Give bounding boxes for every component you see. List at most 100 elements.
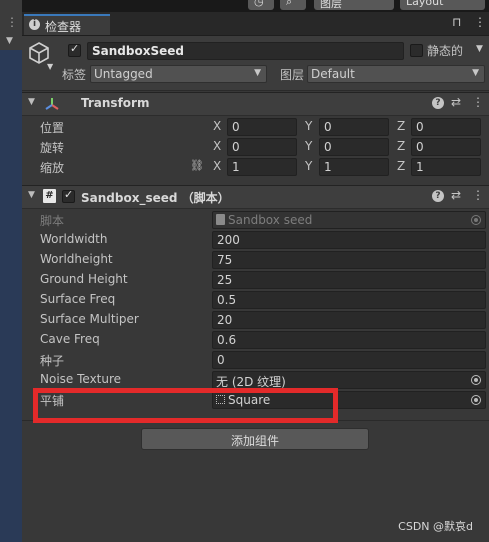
axis-z-label[interactable]: Z — [397, 159, 405, 173]
script-value: Sandbox seed — [228, 213, 313, 227]
field-value: 0.6 — [217, 333, 237, 347]
static-dropdown-arrow[interactable]: ▼ — [476, 44, 483, 54]
tag-label: 标签 — [62, 68, 87, 82]
field-label-cave-freq: Cave Freq — [40, 332, 100, 346]
lock-icon[interactable]: ⊓ — [452, 15, 461, 29]
script-icon-glyph: # — [45, 190, 54, 201]
static-checkbox[interactable] — [410, 44, 423, 57]
transform-header[interactable]: ▼ Transform ? ⇄ ⋮ — [22, 92, 489, 116]
axis-z-label[interactable]: Z — [397, 119, 405, 133]
link-scale-icon[interactable]: ⛓ — [190, 159, 204, 172]
worldheight-field[interactable]: 75 — [212, 251, 486, 269]
dropdown-arrow-icon[interactable]: ▼ — [6, 36, 13, 46]
script-component-header[interactable]: ▼ # Sandbox_seed （脚本） ? ⇄ ⋮ — [22, 185, 489, 209]
component-header-icons: ? ⇄ ⋮ — [432, 95, 484, 112]
watermark-text: CSDN @默哀d — [398, 520, 473, 533]
field-value: 0 — [232, 120, 240, 134]
rotation-z-field[interactable]: 0 — [411, 138, 481, 156]
add-component-label: 添加组件 — [230, 434, 279, 448]
position-y-field[interactable]: 0 — [319, 118, 389, 136]
ground-height-field[interactable]: 25 — [212, 271, 486, 289]
tag-dropdown[interactable]: Untagged ▼ — [90, 65, 267, 83]
preset-icon[interactable]: ⇄ — [451, 188, 461, 202]
layer-dropdown[interactable]: Default ▼ — [307, 65, 485, 83]
scale-z-field[interactable]: 1 — [411, 158, 481, 176]
search-button[interactable]: ⌕ — [280, 0, 306, 10]
script-label: 脚本 — [40, 214, 65, 228]
axis-y-label[interactable]: Y — [305, 119, 312, 133]
add-component-button[interactable]: 添加组件 — [141, 428, 369, 450]
collapse-triangle-icon[interactable]: ▼ — [28, 190, 35, 200]
position-x-field[interactable]: 0 — [227, 118, 297, 136]
axis-x-label[interactable]: X — [213, 159, 221, 173]
field-value: 75 — [217, 253, 233, 267]
kebab-menu-icon[interactable]: ⋮ — [472, 188, 484, 202]
scale-x-field[interactable]: 1 — [227, 158, 297, 176]
axis-x-label[interactable]: X — [213, 119, 221, 133]
active-checkbox[interactable] — [68, 42, 81, 57]
object-picker-icon[interactable] — [471, 375, 481, 385]
highlight-annotation-box — [33, 388, 338, 423]
info-icon: i — [29, 19, 40, 30]
surface-freq-field[interactable]: 0.5 — [212, 291, 486, 309]
icon-dropdown-arrow[interactable]: ▼ — [47, 62, 53, 71]
field-label-worldheight: Worldheight — [40, 252, 113, 266]
cave-freq-field[interactable]: 0.6 — [212, 331, 486, 349]
layers-dropdown[interactable]: 图层 — [314, 0, 394, 10]
field-label-surface-multiper: Surface Multiper — [40, 312, 139, 326]
field-value: 0 — [232, 140, 240, 154]
collapse-triangle-icon[interactable]: ▼ — [28, 97, 35, 107]
noise-texture-field[interactable]: 无 (2D 纹理) — [212, 371, 486, 389]
field-value: 0 — [217, 353, 225, 367]
tag-value: Untagged — [94, 67, 153, 81]
layout-dropdown[interactable]: Layout — [400, 0, 485, 10]
surface-multiper-field[interactable]: 20 — [212, 311, 486, 329]
component-header-icons: ? ⇄ ⋮ — [432, 188, 484, 205]
help-icon[interactable]: ? — [432, 190, 444, 202]
object-picker-icon — [471, 215, 481, 225]
search-icon: ⌕ — [286, 0, 293, 8]
layout-label: Layout — [406, 0, 444, 8]
field-label-ground-height: Ground Height — [40, 272, 128, 286]
axis-x-label[interactable]: X — [213, 139, 221, 153]
kebab-menu-icon[interactable]: ⋮ — [472, 95, 484, 109]
field-value: 0 — [324, 140, 332, 154]
scale-label: 缩放 — [40, 161, 65, 175]
axis-y-label[interactable]: Y — [305, 159, 312, 173]
enable-script-checkbox[interactable] — [62, 188, 75, 203]
position-z-field[interactable]: 0 — [411, 118, 481, 136]
field-label-surface-freq: Surface Freq — [40, 292, 116, 306]
field-value: 20 — [217, 313, 233, 327]
layer-label: 图层 — [280, 68, 305, 82]
layers-label: 图层 — [320, 0, 342, 10]
rotation-x-field[interactable]: 0 — [227, 138, 297, 156]
preset-icon[interactable]: ⇄ — [451, 95, 461, 109]
field-value: 0 — [416, 140, 424, 154]
axis-y-label[interactable]: Y — [305, 139, 312, 153]
field-value: 0.5 — [217, 293, 237, 307]
history-button[interactable]: ◷ — [248, 0, 274, 10]
transform-title: Transform — [81, 96, 150, 110]
object-header: ▼ SandboxSeed 静态的 ▼ 标签 Untagged ▼ 图层 Def… — [22, 36, 489, 91]
field-value: 1 — [416, 160, 424, 174]
more-options-icon[interactable]: ⋮ — [6, 15, 18, 29]
top-toolbar: ◷ ⌕ 图层 Layout — [22, 0, 489, 12]
object-picker-icon[interactable] — [471, 395, 481, 405]
tab-bar: i 检查器 ⊓ ⋮ — [22, 12, 489, 36]
noise-texture-label: Noise Texture — [40, 372, 122, 386]
worldwidth-field[interactable]: 200 — [212, 231, 486, 249]
scale-y-field[interactable]: 1 — [319, 158, 389, 176]
chevron-down-icon: ▼ — [472, 68, 479, 78]
axis-z-label[interactable]: Z — [397, 139, 405, 153]
static-label: 静态的 — [427, 44, 464, 58]
script-file-icon — [216, 214, 225, 225]
help-icon[interactable]: ? — [432, 97, 444, 109]
object-name: SandboxSeed — [92, 44, 184, 58]
object-name-field[interactable]: SandboxSeed — [87, 42, 404, 60]
rotation-y-field[interactable]: 0 — [319, 138, 389, 156]
seed-field[interactable]: 0 — [212, 351, 486, 369]
tab-inspector[interactable]: i 检查器 — [24, 14, 110, 35]
field-value: 25 — [217, 273, 233, 287]
field-value: 0 — [324, 120, 332, 134]
tab-menu-icon[interactable]: ⋮ — [474, 15, 486, 29]
